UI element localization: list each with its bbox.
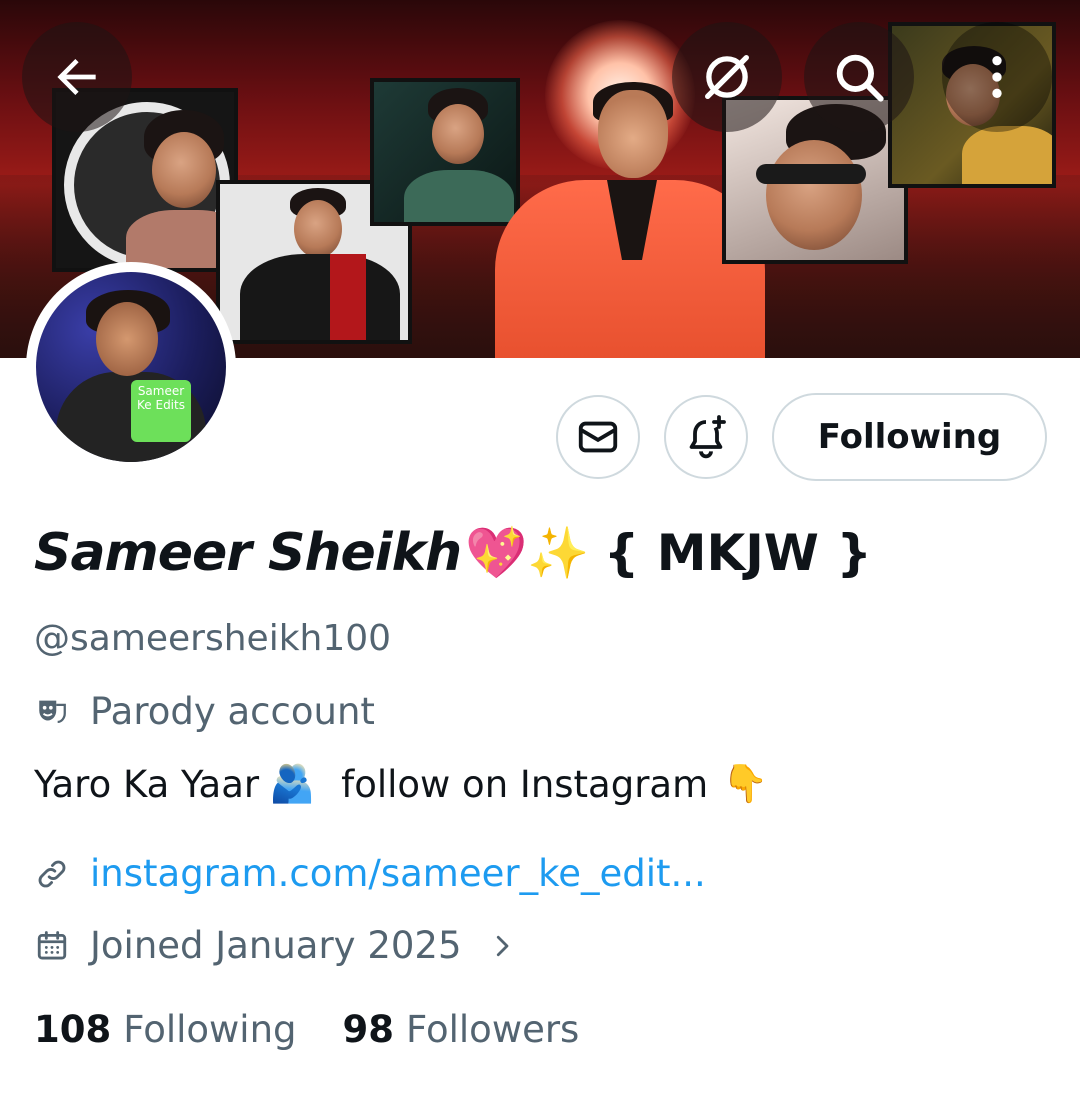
follow-stats: 108 Following 98 Followers bbox=[34, 1008, 579, 1051]
parody-label-row: Parody account bbox=[34, 690, 375, 733]
more-button[interactable] bbox=[942, 22, 1052, 132]
following-button[interactable]: Following bbox=[772, 393, 1047, 481]
bio-text-2: follow on Instagram bbox=[341, 762, 709, 806]
search-icon bbox=[836, 54, 884, 102]
chevron-right-icon[interactable] bbox=[487, 931, 517, 961]
display-name-row: Sameer Sheikh 💖✨ { MKJW } bbox=[34, 518, 872, 588]
more-vertical-icon bbox=[992, 56, 1002, 98]
bio-emoji-1: 🫂 bbox=[269, 762, 316, 805]
user-handle: @sameersheikh100 bbox=[34, 618, 392, 659]
grok-button[interactable] bbox=[672, 22, 782, 132]
followers-count: 98 bbox=[342, 1008, 395, 1051]
search-button[interactable] bbox=[804, 22, 914, 132]
link-icon bbox=[34, 856, 70, 892]
notify-button[interactable] bbox=[664, 395, 748, 479]
mail-icon bbox=[578, 421, 618, 453]
bell-plus-icon bbox=[689, 415, 726, 459]
avatar-image: Sameer Ke Edits bbox=[36, 272, 226, 462]
profile-link-row[interactable]: instagram.com/sameer_ke_edit... bbox=[34, 852, 706, 895]
masks-icon bbox=[34, 694, 70, 730]
followers-stat[interactable]: 98 Followers bbox=[343, 1008, 580, 1051]
following-label: Following bbox=[123, 1008, 297, 1051]
back-button[interactable] bbox=[22, 22, 132, 132]
profile-link[interactable]: instagram.com/sameer_ke_edit... bbox=[90, 852, 706, 895]
bio-emoji-2: 👇 bbox=[722, 762, 769, 805]
name-tag: { MKJW } bbox=[603, 524, 872, 582]
following-stat[interactable]: 108 Following bbox=[34, 1008, 297, 1051]
parody-label: Parody account bbox=[90, 690, 375, 733]
avatar-tag-text: Sameer Ke Edits bbox=[131, 380, 191, 442]
joined-date: Joined January 2025 bbox=[90, 924, 462, 967]
slash-circle-icon bbox=[705, 55, 749, 99]
display-name: Sameer Sheikh bbox=[34, 523, 462, 583]
message-button[interactable] bbox=[556, 395, 640, 479]
followers-label: Followers bbox=[406, 1008, 580, 1051]
following-count: 108 bbox=[34, 1008, 112, 1051]
profile-avatar[interactable]: Sameer Ke Edits bbox=[26, 262, 236, 472]
calendar-icon bbox=[34, 928, 70, 964]
arrow-left-icon bbox=[57, 59, 96, 95]
joined-row[interactable]: Joined January 2025 bbox=[34, 924, 517, 967]
name-emoji: 💖✨ bbox=[465, 523, 590, 582]
bio-text-1: Yaro Ka Yaar bbox=[34, 762, 260, 806]
bio: Yaro Ka Yaar 🫂 follow on Instagram 👇 bbox=[34, 762, 768, 806]
